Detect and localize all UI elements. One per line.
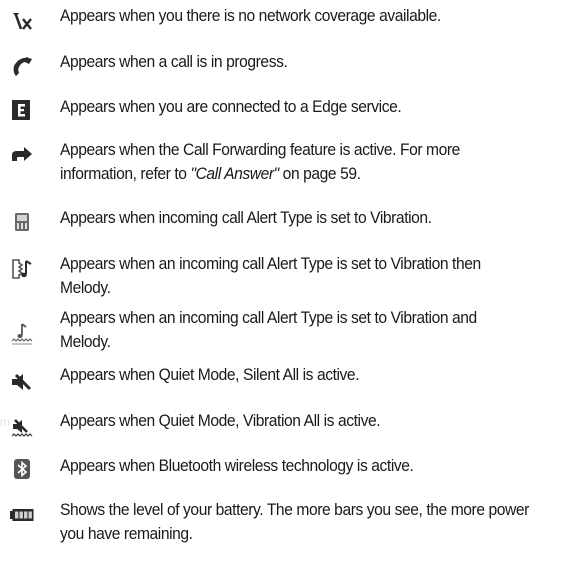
vibration-icon (9, 209, 35, 235)
icon-row-description: Shows the level of your battery. The mor… (60, 500, 529, 543)
description-text: on page 59. (278, 164, 361, 183)
call-forwarding-icon (9, 143, 35, 169)
call-answer-link[interactable]: "Call Answer" (190, 164, 279, 183)
icon-row-description: Appears when a call is in progress. (60, 52, 288, 71)
watermark-text: m (0, 415, 10, 429)
icon-row-description: Appears when an incoming call Alert Type… (60, 254, 481, 297)
icon-row-description: Appears when you are connected to a Edge… (60, 97, 402, 116)
bluetooth-icon (9, 456, 35, 482)
vibration-and-melody-icon (9, 321, 35, 347)
icon-row-description: Appears when Bluetooth wireless technolo… (60, 456, 414, 475)
status-icon-list: Appears when you there is no network cov… (0, 0, 574, 584)
edge-service-icon (9, 97, 35, 123)
silent-all-icon (9, 369, 35, 395)
call-in-progress-icon (9, 54, 35, 80)
no-network-icon (9, 9, 35, 35)
vibration-all-icon (9, 415, 35, 441)
icon-row-description: Appears when Quiet Mode, Silent All is a… (60, 365, 360, 384)
icon-row-description: Appears when you there is no network cov… (60, 6, 441, 25)
icon-row-description: Appears when Quiet Mode, Vibration All i… (60, 411, 381, 430)
icon-row-description: Appears when the Call Forwarding feature… (60, 138, 530, 186)
vibration-then-melody-icon (9, 256, 35, 282)
icon-row-description: Appears when an incoming call Alert Type… (60, 308, 477, 351)
battery-icon (9, 502, 35, 528)
icon-row-description: Appears when incoming call Alert Type is… (60, 208, 432, 227)
